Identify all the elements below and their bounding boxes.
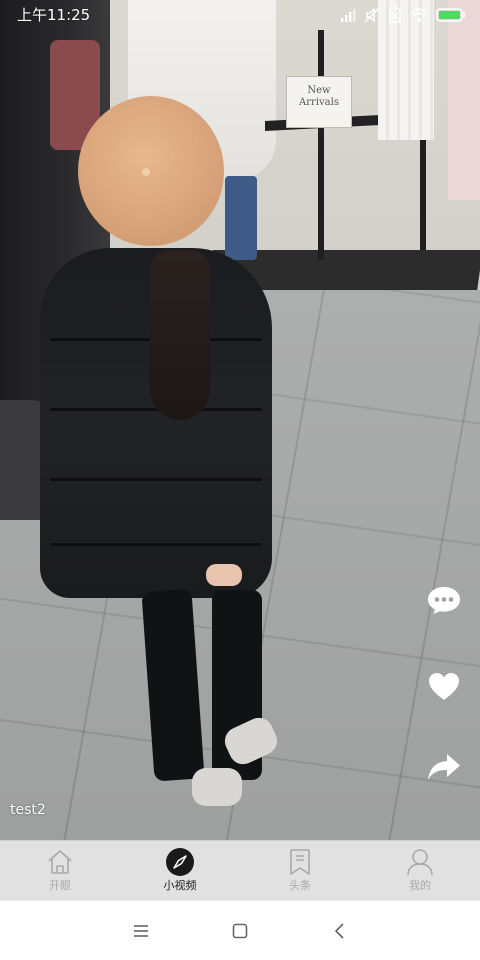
hand	[206, 564, 242, 586]
back-icon	[335, 923, 344, 939]
jeans	[225, 176, 257, 260]
beret-stem	[142, 168, 150, 176]
video-caption: test2	[10, 802, 46, 818]
bottom-tab-bar: 开眼 小视频 头条 我的	[0, 840, 480, 900]
tab-label: 我的	[409, 879, 431, 892]
wifi-icon	[410, 8, 428, 22]
status-time: 上午11:25	[17, 6, 91, 24]
menu-button[interactable]	[127, 917, 155, 945]
hair	[150, 250, 210, 420]
user-icon	[407, 849, 433, 876]
video-player[interactable]: New Arrivals test2	[0, 0, 480, 840]
mute-icon	[364, 7, 380, 23]
home-square-icon	[232, 923, 248, 939]
tab-short-video[interactable]: 小视频	[120, 841, 240, 900]
menu-icon	[134, 925, 148, 937]
tab-headlines[interactable]: 头条	[240, 841, 360, 900]
comment-button[interactable]	[424, 580, 464, 620]
tab-label: 小视频	[163, 879, 197, 892]
display-post	[318, 30, 324, 260]
system-nav-bar	[0, 900, 480, 960]
beret	[78, 96, 224, 246]
tab-home[interactable]: 开眼	[0, 841, 120, 900]
like-heart-icon	[429, 673, 459, 700]
battery-icon	[436, 8, 465, 22]
comment-icon	[428, 587, 460, 614]
pink-garment	[448, 0, 480, 200]
bookmark-icon	[290, 849, 310, 875]
home-icon	[48, 850, 72, 874]
signal-icon	[341, 9, 356, 22]
tab-mine[interactable]: 我的	[360, 841, 480, 900]
left-shoe	[192, 768, 242, 806]
screen: New Arrivals test2 上午11:25 开眼 小视频 头条 我的	[0, 0, 480, 960]
share-icon	[428, 754, 460, 780]
status-icons	[340, 6, 466, 24]
compass-icon	[166, 848, 194, 876]
home-button[interactable]	[226, 917, 254, 945]
share-button[interactable]	[424, 747, 464, 787]
tab-label: 开眼	[49, 879, 71, 892]
back-button[interactable]	[326, 917, 354, 945]
new-arrivals-sign: New Arrivals	[286, 76, 352, 128]
status-bar: 上午11:25	[0, 0, 480, 30]
sim-icon	[389, 7, 401, 23]
like-button[interactable]	[424, 666, 464, 706]
tab-label: 头条	[289, 879, 311, 892]
